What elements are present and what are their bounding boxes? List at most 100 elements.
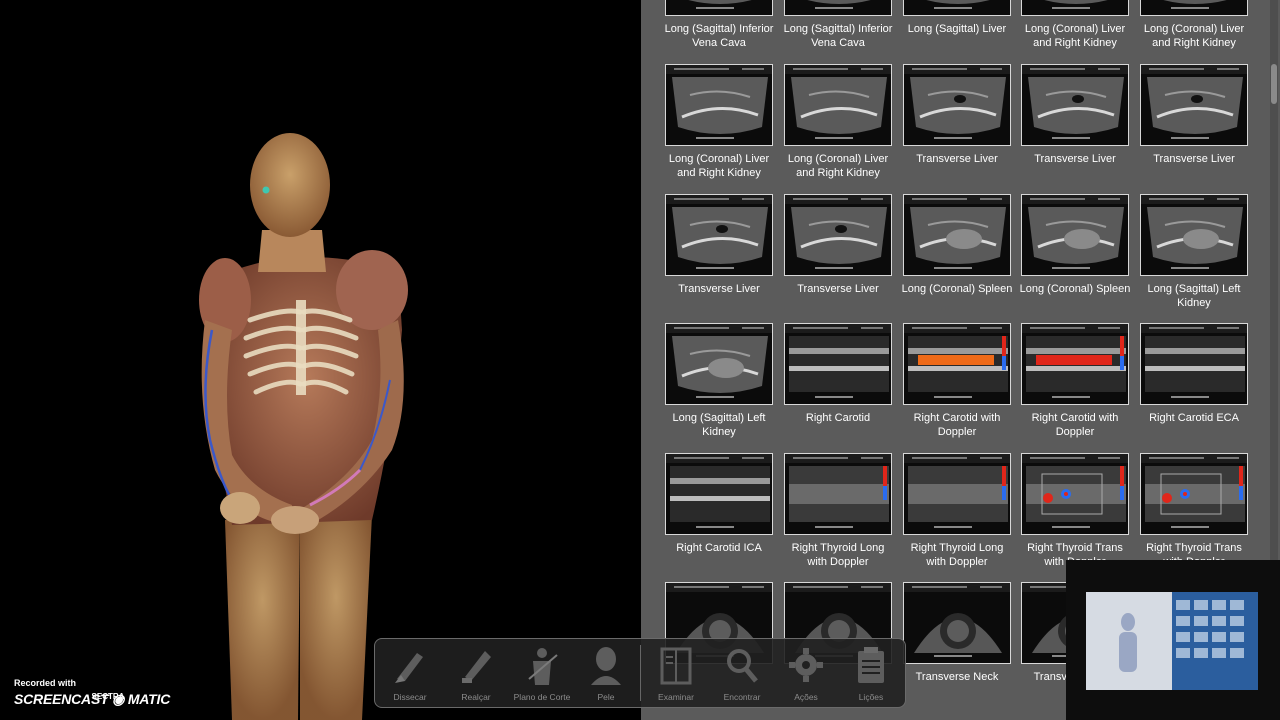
cutting-plane-icon (528, 648, 558, 685)
ultrasound-scan-graphic (1028, 207, 1124, 264)
ultrasound-image[interactable] (665, 194, 773, 276)
thumbnail-caption: Transverse Liver (1034, 153, 1116, 165)
ultrasound-image[interactable] (1140, 64, 1248, 146)
scan-footer-text (1171, 396, 1209, 398)
scan-header-bar (785, 65, 891, 74)
highlighter-icon (462, 651, 491, 683)
scan-footer-text (1052, 7, 1090, 9)
ultrasound-image[interactable] (903, 0, 1011, 16)
scan-footer-text (1052, 137, 1090, 139)
scan-header-bar (1022, 195, 1128, 204)
ultrasound-image[interactable] (665, 0, 773, 16)
ultrasound-scan-graphic (1147, 207, 1243, 264)
thumbnail-caption: Right Thyroid Long with Doppler (791, 542, 885, 568)
ultrasound-image[interactable] (784, 0, 892, 16)
ultrasound-image[interactable] (665, 453, 773, 535)
scan-footer-text (1171, 526, 1209, 528)
ultrasound-image[interactable] (784, 194, 892, 276)
examine-tool-button[interactable]: Examinar (645, 639, 707, 707)
ultrasound-image[interactable] (784, 323, 892, 405)
highlight-tool-button[interactable]: Realçar (445, 639, 507, 707)
ultrasound-image[interactable] (1140, 323, 1248, 405)
scan-header-bar (1141, 65, 1247, 74)
thumbnail-caption: Long (Coronal) Spleen (901, 283, 1013, 295)
scan-header-bar (904, 65, 1010, 74)
touch-table-preview (1086, 592, 1258, 690)
scan-footer-text (696, 396, 734, 398)
thumbnail-caption: Right Thyroid Long with Doppler (910, 542, 1004, 568)
thumbnail-caption: Right Carotid (805, 412, 871, 424)
ultrasound-image[interactable] (665, 323, 773, 405)
scan-footer-text (815, 267, 853, 269)
ultrasound-image[interactable] (1140, 194, 1248, 276)
ultrasound-image[interactable] (784, 453, 892, 535)
scan-footer-text (1052, 526, 1090, 528)
ultrasound-image[interactable] (1021, 323, 1129, 405)
ultrasound-scan-graphic (908, 336, 1008, 392)
thumbnail-caption: Long (Sagittal) Liver (907, 23, 1007, 35)
ultrasound-image[interactable] (903, 194, 1011, 276)
scan-header-bar (785, 195, 891, 204)
scan-footer-text (1052, 396, 1090, 398)
ultrasound-image[interactable] (665, 64, 773, 146)
lessons-tool-button[interactable]: Lições (840, 639, 902, 707)
touch-table-screen (1086, 592, 1258, 690)
ultrasound-scan-graphic (791, 77, 887, 134)
ultrasound-scan-graphic (672, 207, 768, 264)
anatomy-body-model[interactable] (0, 0, 641, 720)
ultrasound-image[interactable] (1140, 453, 1248, 535)
ultrasound-scan-graphic (1028, 77, 1124, 134)
tool-bar: Dissecar Realçar Plano de Corte Pele Exa… (374, 638, 906, 708)
scan-footer-text (815, 526, 853, 528)
anatomy-3d-viewer[interactable] (0, 0, 641, 720)
camera-brand-label: SECTRA (91, 692, 125, 701)
scan-header-bar (666, 454, 772, 463)
ultrasound-image[interactable] (1021, 64, 1129, 146)
scan-footer-text (1052, 267, 1090, 269)
scrollbar-thumb[interactable] (1271, 64, 1277, 104)
find-tool-button[interactable]: Encontrar (711, 639, 773, 707)
dissect-tool-button[interactable]: Dissecar (379, 639, 441, 707)
thumbnail-caption: Long (Sagittal) Left Kidney (672, 412, 766, 438)
scan-header-bar (904, 454, 1010, 463)
scan-footer-text (934, 655, 972, 657)
thumbnail-caption: Long (Coronal) Liver and Right Kidney (787, 153, 889, 179)
cutting-plane-tool-button[interactable]: Plano de Corte (511, 639, 573, 707)
gear-icon (789, 648, 823, 682)
scan-footer-text (934, 526, 972, 528)
ultrasound-scan-graphic (1145, 466, 1245, 522)
ultrasound-image[interactable] (903, 323, 1011, 405)
ultrasound-image[interactable] (1021, 0, 1129, 16)
magnifier-icon (727, 649, 758, 683)
ultrasound-scan-graphic (672, 336, 768, 393)
scan-footer-text (934, 267, 972, 269)
scan-footer-text (934, 396, 972, 398)
thumbnail-caption: Right Carotid ECA (1149, 412, 1239, 424)
watermark-recorded-with: Recorded with (14, 678, 77, 688)
scalpel-icon (395, 653, 423, 683)
ultrasound-image[interactable] (903, 64, 1011, 146)
ultrasound-image[interactable] (784, 64, 892, 146)
ultrasound-image[interactable] (903, 453, 1011, 535)
scan-header-bar (666, 324, 772, 333)
thumbnail-caption: Transverse Liver (797, 283, 879, 295)
actions-tool-button[interactable]: Ações (775, 639, 837, 707)
thumbnail-caption: Right Carotid ICA (676, 542, 762, 554)
scan-header-bar (1022, 454, 1128, 463)
ultrasound-image[interactable] (1140, 0, 1248, 16)
thumbnail-caption: Transverse Liver (1153, 153, 1235, 165)
scan-header-bar (904, 583, 1010, 592)
ultrasound-scan-graphic (789, 466, 889, 522)
ultrasound-image[interactable] (1021, 194, 1129, 276)
scan-header-bar (785, 454, 891, 463)
ultrasound-image[interactable] (1021, 453, 1129, 535)
skin-tool-button[interactable]: Pele (575, 639, 637, 707)
thumbnail-caption: Right Carotid with Doppler (913, 412, 1001, 438)
scan-footer-text (696, 267, 734, 269)
ultrasound-scan-graphic (670, 466, 770, 522)
scan-footer-text (815, 137, 853, 139)
skin-head-icon (591, 647, 621, 685)
ultrasound-image[interactable] (903, 582, 1011, 664)
thumbnail-caption: Long (Coronal) Liver and Right Kidney (1143, 23, 1245, 49)
thumbnail-caption: Transverse Liver (916, 153, 998, 165)
